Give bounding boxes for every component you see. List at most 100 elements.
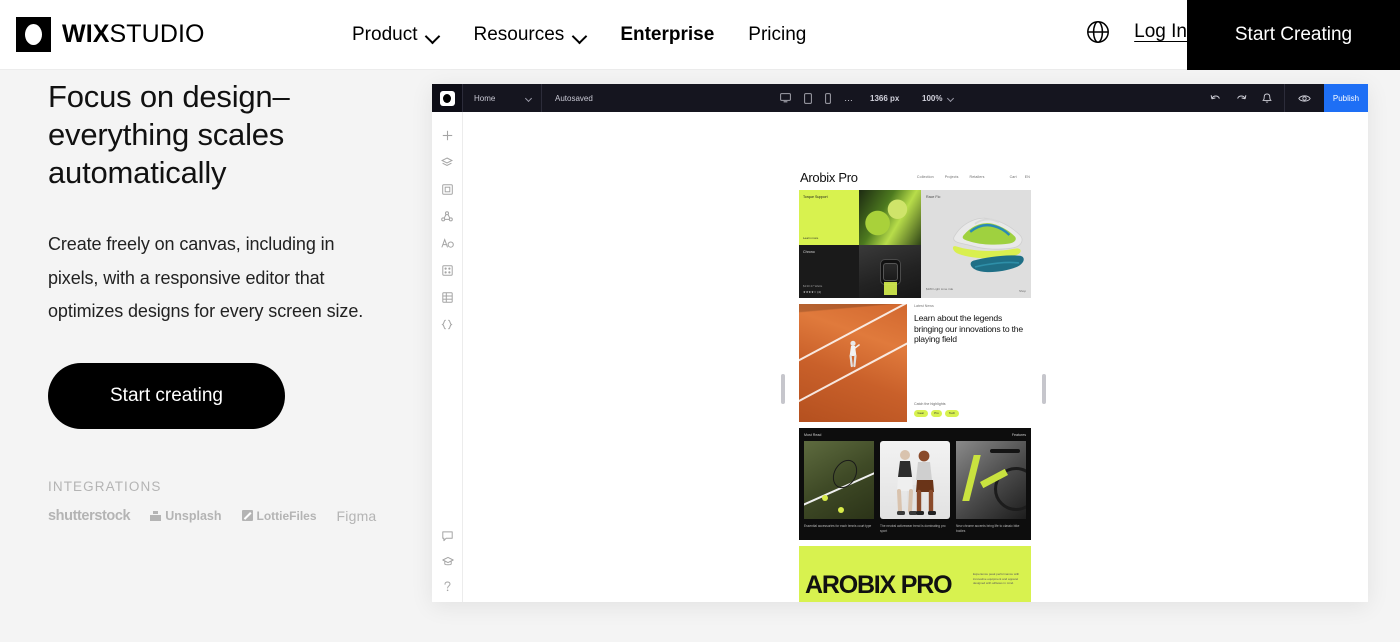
watch-body — [879, 258, 901, 285]
sneaker-product-image — [952, 217, 1024, 273]
news-tag[interactable]: Gear — [914, 409, 928, 417]
nav-item-resources[interactable]: Resources — [473, 20, 586, 50]
start-creating-button-header[interactable]: Start Creating — [1187, 0, 1400, 70]
hero-heading: Focus on design–everything scales automa… — [48, 79, 290, 190]
banner-note: Experience peak performance with innovat… — [973, 572, 1020, 586]
hero-paragraph: Create freely on canvas, including in pi… — [48, 234, 364, 322]
learn-icon[interactable] — [441, 556, 454, 567]
site-tile-torque-support[interactable]: Torque Support Learn more — [799, 190, 859, 245]
site-hero-top-row: Torque Support Learn more — [799, 190, 921, 245]
nav-item-label: Enterprise — [620, 24, 715, 45]
text-icon[interactable] — [441, 238, 454, 249]
zoom-level-label: 100% — [922, 93, 943, 103]
eye-icon — [1298, 94, 1311, 102]
feature-card-activewear[interactable] — [880, 441, 950, 519]
feature-card-bike[interactable] — [956, 441, 1026, 519]
canvas-resize-handle-left[interactable] — [781, 374, 785, 404]
desktop-icon[interactable] — [780, 93, 791, 103]
editor-logo-square — [439, 90, 455, 106]
site-cart-link[interactable]: Cart — [1010, 175, 1017, 179]
news-tag[interactable]: Tech — [945, 409, 959, 417]
publish-button[interactable]: Publish — [1324, 84, 1368, 112]
site-tile-texture-photo — [859, 190, 921, 245]
chevron-down-icon — [573, 31, 586, 39]
editor-left-rail — [432, 112, 463, 602]
help-icon[interactable] — [443, 581, 452, 592]
redo-icon[interactable] — [1236, 93, 1247, 103]
start-creating-button[interactable]: Start creating — [48, 362, 285, 429]
tennis-player-figure — [849, 340, 860, 368]
more-devices-icon[interactable]: … — [844, 94, 854, 103]
editor-rail-bottom — [432, 517, 463, 592]
logo-circle — [25, 24, 42, 45]
nav-item-pricing[interactable]: Pricing — [748, 20, 806, 50]
site-hero-grid: Torque Support Learn more Chrono $130 27… — [793, 190, 1037, 298]
site-tile-race-flo[interactable]: Race Flo $180 Light Lime ride Shop — [921, 190, 1031, 298]
site-news-section: Latest News Learn about the legends brin… — [793, 298, 1037, 422]
undo-icon[interactable] — [1210, 93, 1221, 103]
brand-logo[interactable]: WIXSTUDIO — [16, 17, 205, 52]
features-label-left: Most Read — [804, 433, 822, 437]
pages-icon[interactable] — [441, 184, 453, 195]
zoom-selector[interactable]: 100% — [922, 94, 954, 103]
comments-icon[interactable] — [442, 531, 453, 542]
canvas-resize-handle-right[interactable] — [1042, 374, 1046, 404]
code-icon[interactable] — [441, 319, 453, 330]
news-tag-list: Gear Pro Tech — [914, 409, 959, 417]
cms-icon[interactable] — [441, 292, 453, 303]
feature-card-tennis[interactable] — [804, 441, 874, 519]
shutterstock-logo: shutterstock — [48, 507, 131, 524]
lottiefiles-label: LottieFiles — [256, 508, 317, 523]
integrations-label: INTEGRATIONS — [48, 478, 162, 494]
tennis-ball — [822, 495, 828, 501]
nav-item-product[interactable]: Product — [352, 20, 439, 50]
site-nav-item-retailers[interactable]: Retailers — [970, 175, 985, 179]
integration-lottiefiles[interactable]: LottieFiles — [241, 508, 317, 523]
tile-title: Chrono — [803, 250, 815, 254]
site-tile-watch-photo — [859, 245, 921, 298]
layers-icon[interactable] — [441, 157, 453, 168]
editor-logo-circle — [443, 93, 451, 103]
globe-icon[interactable] — [1086, 20, 1110, 44]
bell-icon[interactable] — [1262, 93, 1272, 104]
editor-body: Arobix Pro Collection Projects Retailers… — [432, 112, 1368, 602]
integration-figma[interactable]: Figma — [337, 508, 377, 524]
login-link[interactable]: Log In — [1134, 19, 1187, 45]
integration-shutterstock[interactable]: shutterstock — [48, 507, 131, 524]
preview-button[interactable] — [1284, 84, 1324, 112]
add-icon[interactable] — [442, 130, 453, 141]
editor-toolbar: Home Autosaved … 1366 px 100% Publish — [432, 84, 1368, 112]
page-selector[interactable]: Home — [463, 94, 541, 103]
watch-face — [882, 262, 898, 281]
tablet-icon[interactable] — [804, 92, 812, 104]
brand-wix: WIX — [62, 20, 110, 48]
editor-canvas[interactable]: Arobix Pro Collection Projects Retailers… — [463, 112, 1368, 602]
nav-item-enterprise[interactable]: Enterprise — [620, 20, 714, 50]
tile-shop-link[interactable]: Shop — [1019, 289, 1026, 293]
history-controls — [1210, 93, 1284, 104]
news-headline: Learn about the legends bringing our inn… — [914, 313, 1023, 344]
integration-unsplash[interactable]: Unsplash — [150, 509, 222, 523]
lottiefiles-icon — [241, 510, 253, 522]
site-nav-item-projects[interactable]: Projects — [945, 175, 959, 179]
news-tag[interactable]: Pro — [930, 409, 943, 417]
news-text-block: Latest News Learn about the legends brin… — [914, 304, 1031, 422]
page-selector-label: Home — [474, 93, 496, 103]
hero-section: Focus on design–everything scales automa… — [48, 78, 388, 524]
tennis-ball — [838, 507, 844, 513]
site-logo: Arobix Pro — [800, 169, 858, 185]
site-tile-chrono[interactable]: Chrono $130 27 Watts ★★★★☆ (4) — [799, 245, 859, 298]
nav-item-label: Resources — [473, 24, 565, 45]
editor-logo-icon[interactable] — [432, 84, 462, 112]
toolbar-right-group: Publish — [1210, 84, 1368, 112]
integrations-logo-row: shutterstock Unsplash LottieFiles Figma — [48, 508, 388, 524]
connections-icon[interactable] — [441, 211, 453, 222]
site-preview: Arobix Pro Collection Projects Retailers… — [793, 164, 1037, 602]
mobile-icon[interactable] — [825, 92, 831, 104]
site-banner: AROBIX PRO Experience peak performance w… — [799, 546, 1031, 602]
site-language-link[interactable]: EN — [1025, 175, 1030, 179]
site-nav-item-collection[interactable]: Collection — [917, 175, 934, 179]
chevron-down-icon — [948, 96, 954, 100]
apps-icon[interactable] — [441, 265, 453, 276]
features-header: Most Read Features — [804, 433, 1026, 437]
